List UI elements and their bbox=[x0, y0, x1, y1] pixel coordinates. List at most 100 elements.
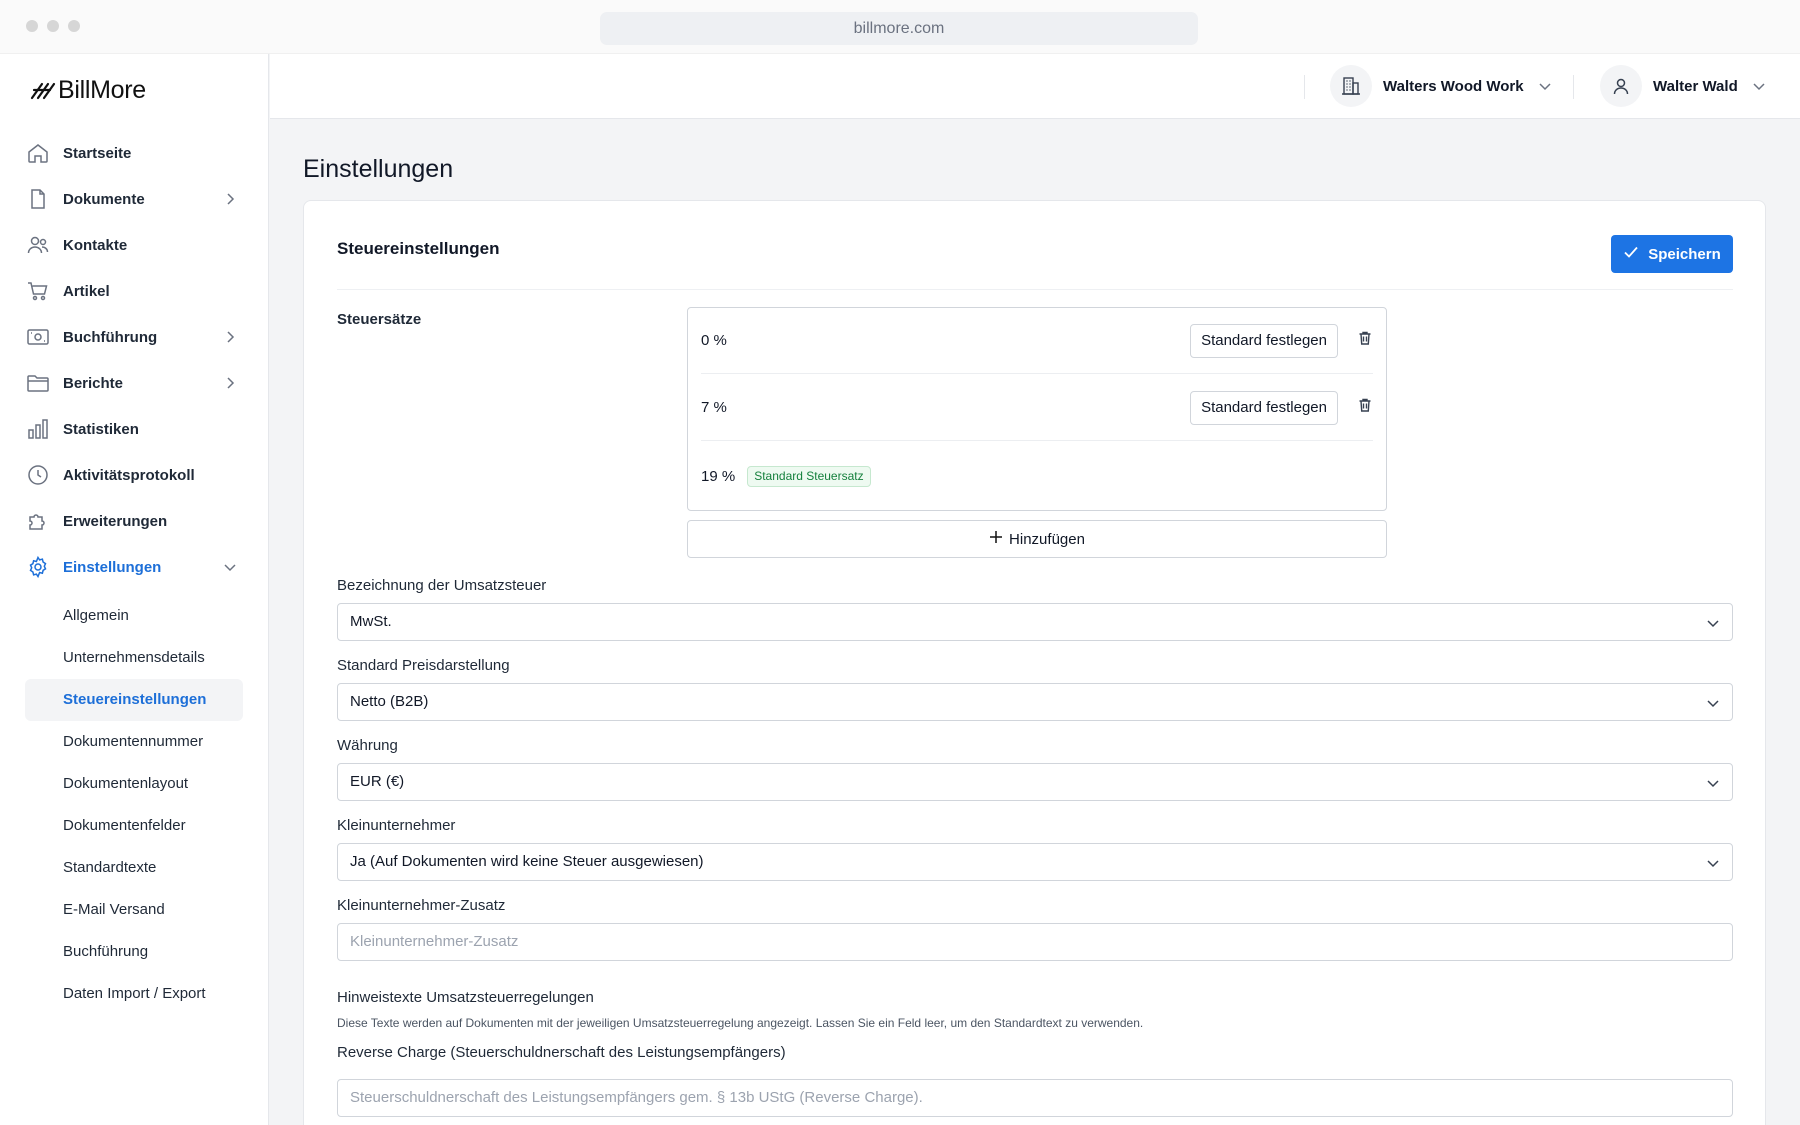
tax-rates-list: 0 % Standard festlegen 7 % Standard fest… bbox=[687, 307, 1387, 511]
document-icon bbox=[25, 186, 51, 212]
sidebar-item-kontakte[interactable]: Kontakte bbox=[25, 226, 243, 264]
sidebar-item-label: Erweiterungen bbox=[63, 512, 168, 530]
gear-icon bbox=[25, 554, 51, 580]
sidebar-item-artikel[interactable]: Artikel bbox=[25, 272, 243, 310]
window-controls bbox=[26, 20, 80, 32]
default-rate-badge: Standard Steuersatz bbox=[747, 465, 871, 487]
check-icon bbox=[1623, 244, 1639, 264]
puzzle-icon bbox=[25, 508, 51, 534]
vat-name-label: Bezeichnung der Umsatzsteuer bbox=[337, 577, 547, 594]
sidebar-item-label: Kontakte bbox=[63, 236, 128, 254]
settings-card: Steuereinstellungen Speichern Steuersätz… bbox=[303, 200, 1766, 1125]
sidebar-item-label: Dokumente bbox=[63, 190, 145, 208]
set-default-button[interactable]: Standard festlegen bbox=[1190, 391, 1338, 425]
tax-rate-value: 7 % bbox=[701, 399, 727, 416]
sidebar-item-label: Aktivitätsprotokoll bbox=[63, 466, 195, 484]
sidebar-item-aktivitaetsprotokoll[interactable]: Aktivitätsprotokoll bbox=[25, 456, 243, 494]
small-business-note-label: Kleinunternehmer-Zusatz bbox=[337, 897, 506, 914]
clock-icon bbox=[25, 462, 51, 488]
chevron-down-icon bbox=[1706, 616, 1720, 630]
header-divider bbox=[1304, 75, 1305, 99]
sidebar-item-dokumente[interactable]: Dokumente bbox=[25, 180, 243, 218]
select-value: MwSt. bbox=[350, 613, 392, 630]
reverse-charge-label: Reverse Charge (Steuerschuldnerschaft de… bbox=[337, 1044, 786, 1061]
select-value: EUR (€) bbox=[350, 773, 405, 790]
sidebar-item-label: Statistiken bbox=[63, 420, 139, 438]
sidebar-item-label: Buchführung bbox=[63, 328, 158, 346]
tax-rate-row: 0 % Standard festlegen bbox=[701, 308, 1373, 374]
logo-icon bbox=[30, 82, 56, 99]
sidebar-item-buchfuehrung[interactable]: Buchführung bbox=[25, 318, 243, 356]
small-business-label: Kleinunternehmer bbox=[337, 817, 456, 834]
company-switcher[interactable]: Walters Wood Work bbox=[1330, 64, 1552, 108]
user-icon bbox=[1600, 65, 1642, 107]
sidebar-item-statistiken[interactable]: Statistiken bbox=[25, 410, 243, 448]
tax-rate-value: 0 % bbox=[701, 332, 727, 349]
sidebar-item-erweiterungen[interactable]: Erweiterungen bbox=[25, 502, 243, 540]
price-display-select[interactable]: Netto (B2B) bbox=[337, 683, 1733, 721]
sidebar-item-einstellungen[interactable]: Einstellungen bbox=[25, 548, 243, 586]
money-icon bbox=[25, 324, 51, 350]
sidebar-subitem-email-versand[interactable]: E-Mail Versand bbox=[25, 889, 243, 931]
sidebar: BillMore Startseite Dokumente Kontakte A… bbox=[0, 54, 269, 1125]
logo[interactable]: BillMore bbox=[30, 76, 146, 105]
add-button-label: Hinzufügen bbox=[1009, 530, 1085, 548]
chevron-right-icon bbox=[223, 192, 237, 211]
tax-rate-row: 7 % Standard festlegen bbox=[701, 375, 1373, 441]
logo-text: BillMore bbox=[58, 76, 146, 104]
window-dot[interactable] bbox=[47, 20, 59, 32]
currency-select[interactable]: EUR (€) bbox=[337, 763, 1733, 801]
sidebar-item-startseite[interactable]: Startseite bbox=[25, 134, 243, 172]
folder-icon bbox=[25, 370, 51, 396]
header-divider bbox=[1573, 75, 1574, 99]
sidebar-subitem-unternehmensdetails[interactable]: Unternehmensdetails bbox=[25, 637, 243, 679]
window-dot[interactable] bbox=[26, 20, 38, 32]
address-bar[interactable]: billmore.com bbox=[600, 12, 1198, 45]
sidebar-item-label: Artikel bbox=[63, 282, 110, 300]
user-menu[interactable]: Walter Wald bbox=[1600, 64, 1766, 108]
currency-label: Währung bbox=[337, 737, 398, 754]
sidebar-subitem-dokumentenfelder[interactable]: Dokumentenfelder bbox=[25, 805, 243, 847]
chevron-down-icon bbox=[1538, 79, 1552, 93]
tax-rate-value: 19 % bbox=[701, 467, 736, 485]
tax-rate-row: 19 % Standard Steuersatz bbox=[701, 443, 1373, 509]
bar-chart-icon bbox=[25, 416, 51, 442]
small-business-note-input[interactable]: Kleinunternehmer-Zusatz bbox=[337, 923, 1733, 961]
chevron-down-icon bbox=[1706, 776, 1720, 790]
vat-name-select[interactable]: MwSt. bbox=[337, 603, 1733, 641]
browser-chrome: billmore.com bbox=[0, 0, 1800, 54]
sidebar-subitem-buchfuehrung[interactable]: Buchführung bbox=[25, 931, 243, 973]
sidebar-subitem-standardtexte[interactable]: Standardtexte bbox=[25, 847, 243, 889]
sidebar-subitem-daten-import-export[interactable]: Daten Import / Export bbox=[25, 973, 243, 1015]
save-button[interactable]: Speichern bbox=[1611, 235, 1733, 273]
top-header: Walters Wood Work Walter Wald bbox=[270, 54, 1800, 119]
cart-icon bbox=[25, 278, 51, 304]
set-default-button[interactable]: Standard festlegen bbox=[1190, 324, 1338, 358]
users-icon bbox=[25, 232, 51, 258]
trash-icon[interactable] bbox=[1357, 397, 1373, 413]
chevron-right-icon bbox=[223, 376, 237, 395]
sidebar-item-berichte[interactable]: Berichte bbox=[25, 364, 243, 402]
sidebar-item-label: Startseite bbox=[63, 144, 132, 162]
window-dot[interactable] bbox=[68, 20, 80, 32]
add-tax-rate-button[interactable]: Hinzufügen bbox=[687, 520, 1387, 558]
trash-icon[interactable] bbox=[1357, 330, 1373, 346]
save-button-label: Speichern bbox=[1648, 245, 1721, 263]
building-icon bbox=[1330, 65, 1372, 107]
sidebar-subitem-allgemein[interactable]: Allgemein bbox=[25, 595, 243, 637]
chevron-down-icon bbox=[1752, 79, 1766, 93]
chevron-right-icon bbox=[223, 330, 237, 349]
hints-label: Hinweistexte Umsatzsteuerregelungen bbox=[337, 989, 594, 1006]
sidebar-item-label: Berichte bbox=[63, 374, 124, 392]
hints-description: Diese Texte werden auf Dokumenten mit de… bbox=[337, 1016, 1144, 1030]
sidebar-subitem-dokumentenlayout[interactable]: Dokumentenlayout bbox=[25, 763, 243, 805]
select-value: Netto (B2B) bbox=[350, 693, 429, 710]
sidebar-item-label: Einstellungen bbox=[63, 558, 162, 576]
company-name: Walters Wood Work bbox=[1383, 77, 1524, 95]
small-business-select[interactable]: Ja (Auf Dokumenten wird keine Steuer aus… bbox=[337, 843, 1733, 881]
home-icon bbox=[25, 140, 51, 166]
sidebar-subitem-steuereinstellungen[interactable]: Steuereinstellungen bbox=[25, 679, 243, 721]
sidebar-subitem-dokumentennummer[interactable]: Dokumentennummer bbox=[25, 721, 243, 763]
reverse-charge-input[interactable]: Steuerschuldnerschaft des Leistungsempfä… bbox=[337, 1079, 1733, 1117]
user-name: Walter Wald bbox=[1653, 77, 1738, 95]
